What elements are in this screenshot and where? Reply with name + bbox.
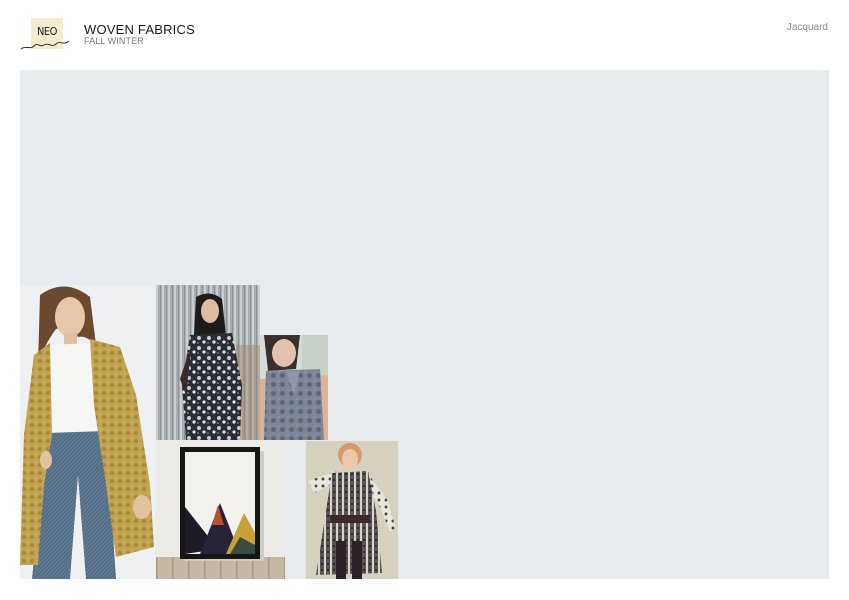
brand-logo: NEO: [20, 18, 70, 52]
category-label: Jacquard: [786, 22, 828, 33]
page-title: WOVEN FABRICS: [84, 22, 195, 37]
model-striped-jacquard-coat-image[interactable]: [306, 441, 398, 579]
grey-jacquard-top-image[interactable]: [260, 335, 328, 440]
page-subtitle: FALL WINTER: [84, 36, 144, 46]
model-floral-print-dress-image[interactable]: [156, 285, 260, 440]
logo-signature-icon: [20, 40, 70, 50]
model-gold-jacquard-coat-image[interactable]: [20, 285, 155, 579]
framed-geometric-art-image[interactable]: [156, 441, 285, 579]
